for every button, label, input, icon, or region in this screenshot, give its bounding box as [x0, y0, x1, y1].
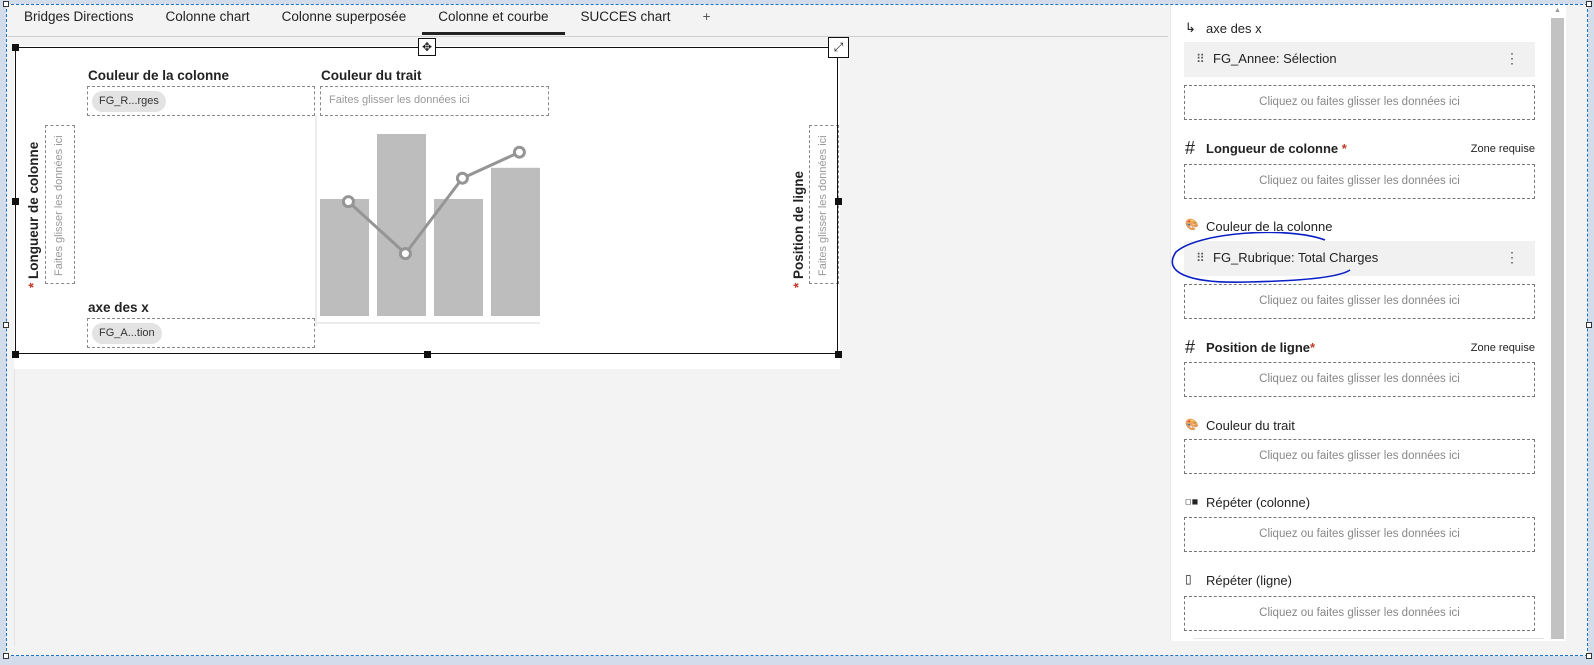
panel-bottom-divider — [1194, 638, 1544, 639]
label-text: Longueur de colonne — [1206, 141, 1339, 156]
resize-handle-right[interactable] — [835, 198, 842, 205]
tab-colonne-et-courbe[interactable]: Colonne et courbe — [422, 5, 565, 36]
repeat-row-drop-zone[interactable]: Cliquez ou faites glisser les données ic… — [1184, 596, 1535, 631]
line-position-section-label: Position de ligne* — [1206, 340, 1315, 355]
resize-handle-bottom-left[interactable] — [12, 351, 19, 358]
x-axis-icon: ↳ — [1185, 20, 1196, 35]
x-axis-field-row[interactable]: ⠿ FG_Annee: Sélection ⋮ — [1184, 42, 1535, 77]
frame-resize-handle[interactable] — [1586, 1, 1592, 7]
x-axis-field-name: FG_Annee: Sélection — [1213, 51, 1337, 66]
expand-icon[interactable]: ⤢ — [828, 37, 849, 58]
required-marker: * — [1310, 340, 1316, 355]
hash-icon: # — [1185, 337, 1196, 357]
frame-resize-handle[interactable] — [3, 322, 9, 328]
resize-handle-bottom-right[interactable] — [835, 351, 842, 358]
repeat-row-section-label: Répéter (ligne) — [1206, 573, 1292, 588]
x-axis-section-label: axe des x — [1206, 21, 1262, 36]
label-text: Position de ligne — [1206, 340, 1311, 355]
repeat-row-icon: ▯ — [1185, 572, 1192, 586]
hash-icon: # — [1185, 138, 1196, 158]
required-zone-label: Zone requise — [1470, 143, 1535, 155]
line-color-section-label: Couleur du trait — [1206, 418, 1295, 433]
add-tab-button[interactable]: + — [687, 5, 727, 36]
frame-resize-handle[interactable] — [1586, 322, 1592, 328]
palette-icon: 🎨 — [1185, 219, 1199, 231]
tab-bridges-directions[interactable]: Bridges Directions — [8, 5, 150, 36]
frame-resize-handle[interactable] — [1586, 653, 1592, 659]
scrollbar-thumb[interactable] — [1551, 18, 1564, 639]
visual-selection-border — [15, 47, 838, 354]
column-length-drop-zone[interactable]: Cliquez ou faites glisser les données ic… — [1184, 164, 1535, 199]
resize-handle-bottom[interactable] — [424, 351, 431, 358]
repeat-column-drop-zone[interactable]: Cliquez ou faites glisser les données ic… — [1184, 517, 1535, 552]
palette-icon: 🎨 — [1185, 419, 1199, 431]
resize-handle-left[interactable] — [12, 198, 19, 205]
line-color-drop-zone[interactable]: Cliquez ou faites glisser les données ic… — [1184, 439, 1535, 474]
x-axis-drop-zone[interactable]: Cliquez ou faites glisser les données ic… — [1184, 85, 1535, 120]
drag-handle-icon[interactable]: ⠿ — [1196, 52, 1205, 66]
report-tabs: Bridges Directions Colonne chart Colonne… — [8, 5, 1168, 37]
repeat-column-icon: ◻◼ — [1185, 497, 1199, 506]
move-icon[interactable]: ✥ — [418, 38, 436, 56]
frame-resize-handle[interactable] — [3, 653, 9, 659]
tab-colonne-superposee[interactable]: Colonne superposée — [266, 5, 423, 36]
repeat-column-section-label: Répéter (colonne) — [1206, 495, 1311, 510]
scroll-up-arrow-icon[interactable]: ▲ — [1551, 6, 1564, 16]
tab-colonne-chart[interactable]: Colonne chart — [150, 5, 266, 36]
resize-handle-top-left[interactable] — [12, 44, 19, 51]
line-position-drop-zone[interactable]: Cliquez ou faites glisser les données ic… — [1184, 362, 1535, 397]
column-length-section-label: Longueur de colonne * — [1206, 141, 1347, 156]
annotation-circle — [1171, 232, 1351, 284]
more-options-icon[interactable]: ⋮ — [1505, 249, 1519, 266]
required-zone-label: Zone requise — [1470, 342, 1535, 354]
more-options-icon[interactable]: ⋮ — [1505, 50, 1519, 67]
required-marker: * — [1341, 141, 1347, 156]
column-color-drop-zone[interactable]: Cliquez ou faites glisser les données ic… — [1184, 284, 1535, 319]
tab-succes-chart[interactable]: SUCCES chart — [565, 5, 687, 36]
